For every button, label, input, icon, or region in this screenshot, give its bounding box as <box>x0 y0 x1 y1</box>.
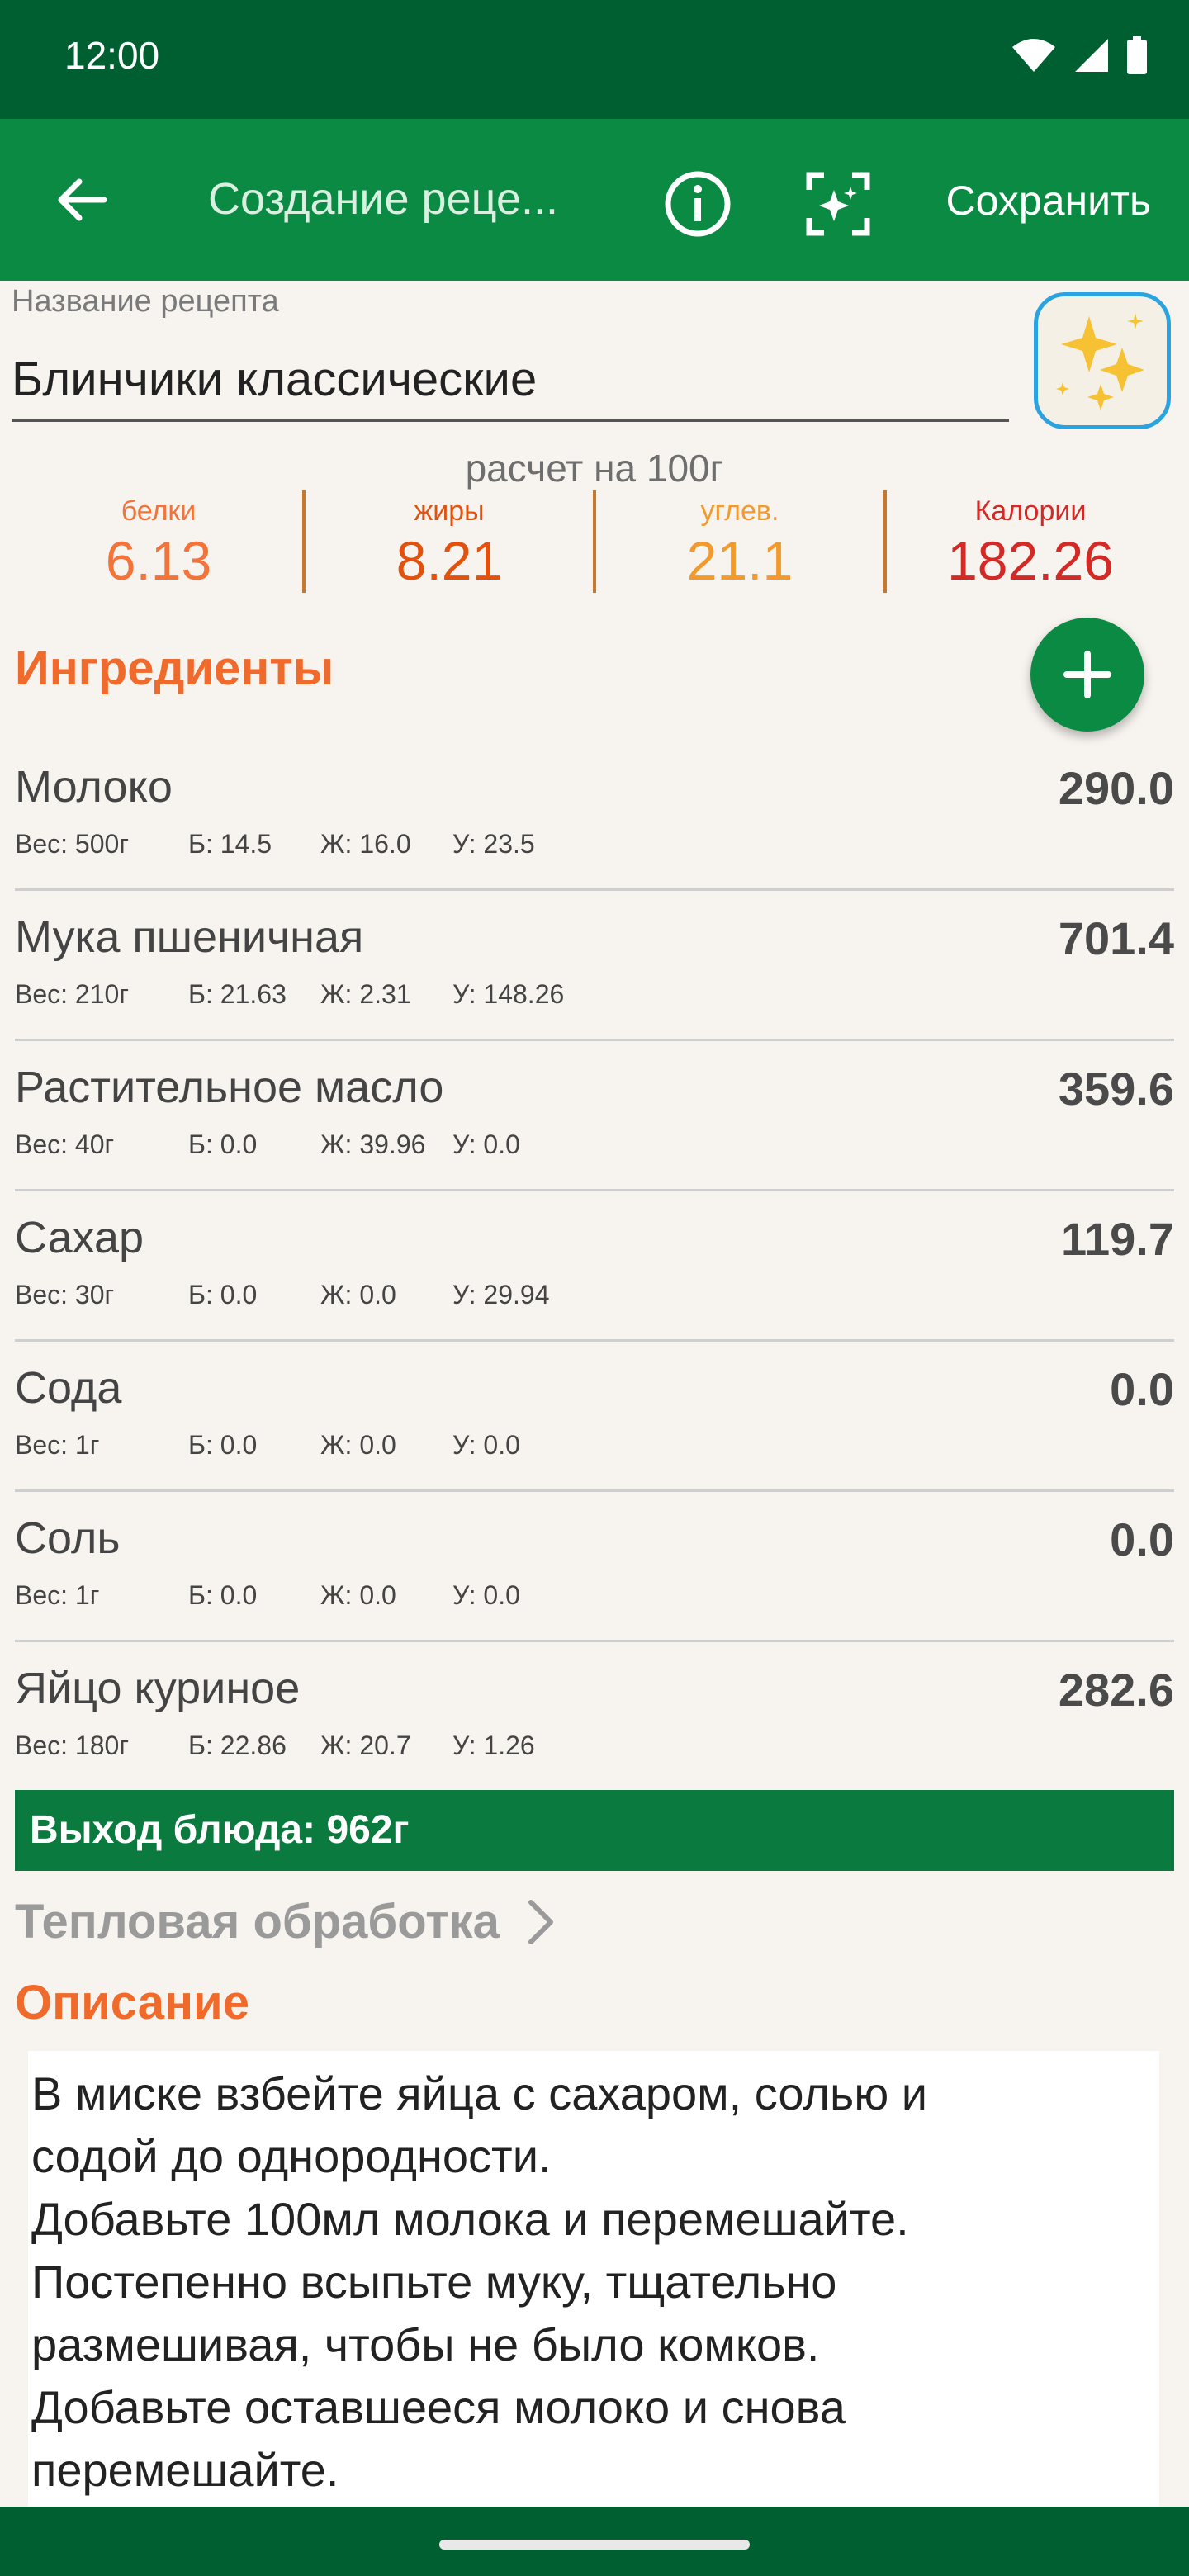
ingredient-row[interactable]: Яйцо куриное 282.6 Вес: 180г Б: 22.86 Ж: 2… <box>15 1645 1174 1792</box>
ingredient-row[interactable]: Молоко 290.0 Вес: 500г Б: 14.5 Ж: 16.0 У: 2… <box>15 743 1174 891</box>
heat-treatment-label: Тепловая обработка <box>15 1895 500 1949</box>
description-title: Описание <box>15 1976 249 2029</box>
recipe-name-input[interactable]: Блинчики классические <box>12 352 537 407</box>
ai-scan-icon[interactable] <box>801 167 875 241</box>
ingredient-protein: Б: 22.86 <box>188 1731 287 1760</box>
ingredient-carbs: У: 23.5 <box>452 829 535 859</box>
ingredient-kcal: 359.6 <box>1058 1063 1174 1115</box>
ingredient-fat: Ж: 0.0 <box>320 1430 396 1460</box>
macro-label: жиры <box>414 495 485 527</box>
recipe-name-underline <box>12 419 1009 422</box>
ingredient-fat: Ж: 2.31 <box>320 979 411 1009</box>
ingredient-carbs: У: 29.94 <box>452 1280 550 1309</box>
ingredient-meta: Вес: 1г Б: 0.0 Ж: 0.0 У: 0.0 <box>15 1430 520 1461</box>
app-bar: Создание реце... Сохранить <box>0 119 1189 281</box>
macro-label: углев. <box>700 495 779 527</box>
ingredient-carbs: У: 0.0 <box>452 1430 520 1460</box>
screen-title: Создание реце... <box>208 174 558 224</box>
ingredient-carbs: У: 0.0 <box>452 1129 520 1159</box>
ingredient-kcal: 0.0 <box>1110 1513 1174 1565</box>
macro-value: 8.21 <box>396 530 503 591</box>
ingredient-protein: Б: 0.0 <box>188 1280 258 1309</box>
home-gesture-handle[interactable] <box>439 2540 750 2550</box>
save-button[interactable]: Сохранить <box>946 177 1151 225</box>
macro-value: 21.1 <box>686 530 793 591</box>
ingredient-fat: Ж: 39.96 <box>320 1129 426 1159</box>
macro-protein: белки 6.13 <box>15 490 302 593</box>
ingredient-protein: Б: 0.0 <box>188 1129 258 1159</box>
macro-calories: Калории 182.26 <box>883 490 1174 593</box>
ingredient-weight: Вес: 210г <box>15 979 129 1009</box>
ingredients-list: Молоко 290.0 Вес: 500г Б: 14.5 Ж: 16.0 У: 2… <box>15 743 1174 1795</box>
ingredient-row[interactable]: Сода 0.0 Вес: 1г Б: 0.0 Ж: 0.0 У: 0.0 <box>15 1344 1174 1492</box>
ingredient-row[interactable]: Соль 0.0 Вес: 1г Б: 0.0 Ж: 0.0 У: 0.0 <box>15 1494 1174 1642</box>
ingredients-title: Ингредиенты <box>15 642 334 695</box>
macro-value: 6.13 <box>105 530 212 591</box>
status-bar: 12:00 <box>0 0 1189 119</box>
ingredient-meta: Вес: 1г Б: 0.0 Ж: 0.0 У: 0.0 <box>15 1580 520 1611</box>
macro-carbs: углев. 21.1 <box>593 490 883 593</box>
ingredient-carbs: У: 1.26 <box>452 1731 535 1760</box>
ingredient-kcal: 290.0 <box>1058 762 1174 814</box>
yield-banner: Выход блюда: 962г <box>15 1790 1174 1871</box>
chevron-right-icon <box>528 1899 553 1944</box>
macro-value: 182.26 <box>947 530 1114 591</box>
status-icons <box>1011 36 1148 74</box>
ingredient-carbs: У: 0.0 <box>452 1580 520 1610</box>
ingredient-meta: Вес: 180г Б: 22.86 Ж: 20.7 У: 1.26 <box>15 1731 535 1761</box>
ingredient-weight: Вес: 500г <box>15 829 129 859</box>
sparkles-icon <box>1056 313 1144 410</box>
per-100g-label: расчет на 100г <box>465 447 724 490</box>
macro-fat: жиры 8.21 <box>302 490 593 593</box>
description-textarea[interactable]: В миске взбейте яйца с сахаром, солью и … <box>28 2051 1159 2513</box>
heat-treatment-link[interactable]: Тепловая обработка <box>15 1894 557 1949</box>
ingredient-name: Растительное масло <box>15 1063 444 1112</box>
ingredient-meta: Вес: 30г Б: 0.0 Ж: 0.0 У: 29.94 <box>15 1280 549 1310</box>
back-arrow-icon[interactable] <box>50 167 116 233</box>
ingredient-weight: Вес: 180г <box>15 1731 129 1760</box>
ingredient-protein: Б: 0.0 <box>188 1430 258 1460</box>
recipe-name-label: Название рецепта <box>12 284 279 319</box>
ingredient-fat: Ж: 0.0 <box>320 1280 396 1309</box>
system-nav-bar <box>0 2507 1189 2576</box>
ingredient-fat: Ж: 16.0 <box>320 829 411 859</box>
ingredient-row[interactable]: Растительное масло 359.6 Вес: 40г Б: 0.0 Ж… <box>15 1044 1174 1191</box>
ingredient-protein: Б: 21.63 <box>188 979 287 1009</box>
wifi-icon <box>1012 39 1055 72</box>
ai-generate-button[interactable] <box>1034 292 1171 429</box>
ingredient-weight: Вес: 1г <box>15 1430 100 1460</box>
signal-icon <box>1075 39 1108 72</box>
ingredient-kcal: 119.7 <box>1060 1213 1174 1265</box>
ingredient-name: Сода <box>15 1363 122 1413</box>
ingredient-name: Соль <box>15 1513 121 1563</box>
ingredient-weight: Вес: 40г <box>15 1129 115 1159</box>
ingredient-kcal: 282.6 <box>1058 1664 1174 1716</box>
ingredient-protein: Б: 14.5 <box>188 829 272 859</box>
battery-icon <box>1127 36 1147 74</box>
add-ingredient-button[interactable] <box>1030 618 1144 732</box>
ingredient-kcal: 701.4 <box>1058 912 1174 964</box>
ingredient-weight: Вес: 30г <box>15 1280 115 1309</box>
macro-label: Калории <box>974 495 1087 527</box>
ingredient-carbs: У: 148.26 <box>452 979 565 1009</box>
status-time: 12:00 <box>64 34 160 77</box>
ingredient-row[interactable]: Мука пшеничная 701.4 Вес: 210г Б: 21.63 Ж:… <box>15 893 1174 1041</box>
ingredient-fat: Ж: 0.0 <box>320 1580 396 1610</box>
ingredient-weight: Вес: 1г <box>15 1580 100 1610</box>
ingredient-name: Молоко <box>15 762 173 812</box>
ingredient-name: Мука пшеничная <box>15 912 364 962</box>
plus-icon <box>1063 651 1111 698</box>
nutrition-summary: белки 6.13 жиры 8.21 углев. 21.1 Калории… <box>15 490 1174 593</box>
ingredient-name: Сахар <box>15 1213 144 1262</box>
info-icon[interactable] <box>661 167 735 241</box>
ingredient-meta: Вес: 40г Б: 0.0 Ж: 39.96 У: 0.0 <box>15 1129 520 1160</box>
macro-label: белки <box>121 495 197 527</box>
ingredient-protein: Б: 0.0 <box>188 1580 258 1610</box>
ingredient-meta: Вес: 500г Б: 14.5 Ж: 16.0 У: 23.5 <box>15 829 535 859</box>
ingredient-fat: Ж: 20.7 <box>320 1731 411 1760</box>
ingredient-name: Яйцо куриное <box>15 1664 301 1713</box>
ingredient-meta: Вес: 210г Б: 21.63 Ж: 2.31 У: 148.26 <box>15 979 564 1010</box>
ingredient-kcal: 0.0 <box>1110 1363 1174 1415</box>
ingredient-row[interactable]: Сахар 119.7 Вес: 30г Б: 0.0 Ж: 0.0 У: 29.94 <box>15 1194 1174 1342</box>
